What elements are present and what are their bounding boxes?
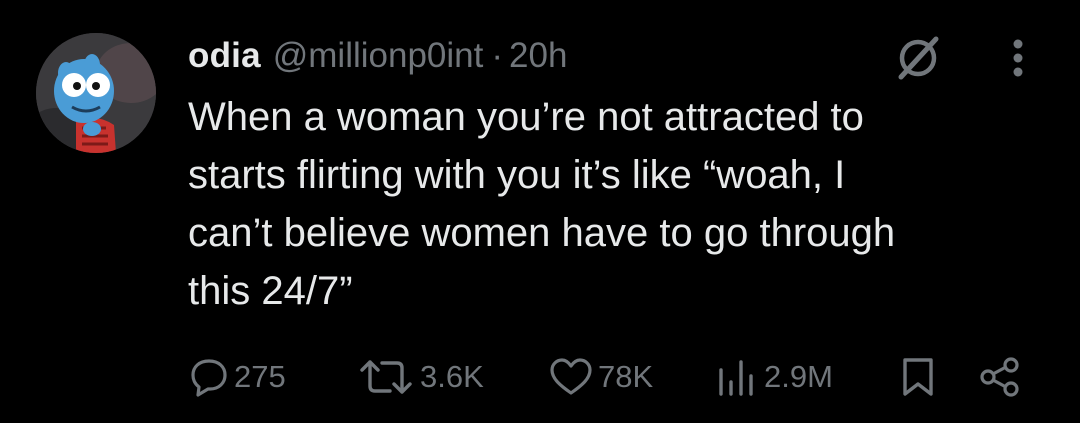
- reply-icon: [191, 359, 227, 397]
- like-count: 78K: [598, 359, 654, 394]
- heart-icon: [550, 358, 592, 395]
- views-icon: [719, 360, 753, 396]
- views-button[interactable]: 2.9M: [716, 354, 833, 400]
- avatar[interactable]: [36, 33, 156, 153]
- tweet-header: odia @millionp0int · 20h: [188, 34, 567, 78]
- share-icon: [980, 357, 1019, 397]
- grok-icon[interactable]: [893, 33, 943, 83]
- more-icon[interactable]: [1004, 36, 1032, 80]
- views-count: 2.9M: [764, 359, 833, 394]
- retweet-icon: [360, 360, 412, 394]
- retweet-button[interactable]: 3.6K: [356, 354, 484, 400]
- tweet[interactable]: odia @millionp0int · 20h When a woman yo…: [0, 0, 1080, 423]
- like-button[interactable]: 78K: [548, 354, 653, 400]
- separator-dot: ·: [491, 36, 504, 75]
- reply-button[interactable]: 275: [188, 354, 286, 400]
- reply-count: 275: [234, 359, 286, 394]
- user-handle[interactable]: @millionp0int: [273, 36, 484, 76]
- share-button[interactable]: [978, 354, 1022, 400]
- timestamp[interactable]: 20h: [509, 36, 567, 76]
- avatar-image: [36, 33, 156, 153]
- display-name[interactable]: odia: [188, 36, 261, 76]
- bookmark-button[interactable]: [900, 354, 936, 400]
- tweet-text: When a woman you’re not attracted to sta…: [188, 95, 896, 313]
- bookmark-icon: [903, 358, 933, 396]
- retweet-count: 3.6K: [420, 359, 484, 394]
